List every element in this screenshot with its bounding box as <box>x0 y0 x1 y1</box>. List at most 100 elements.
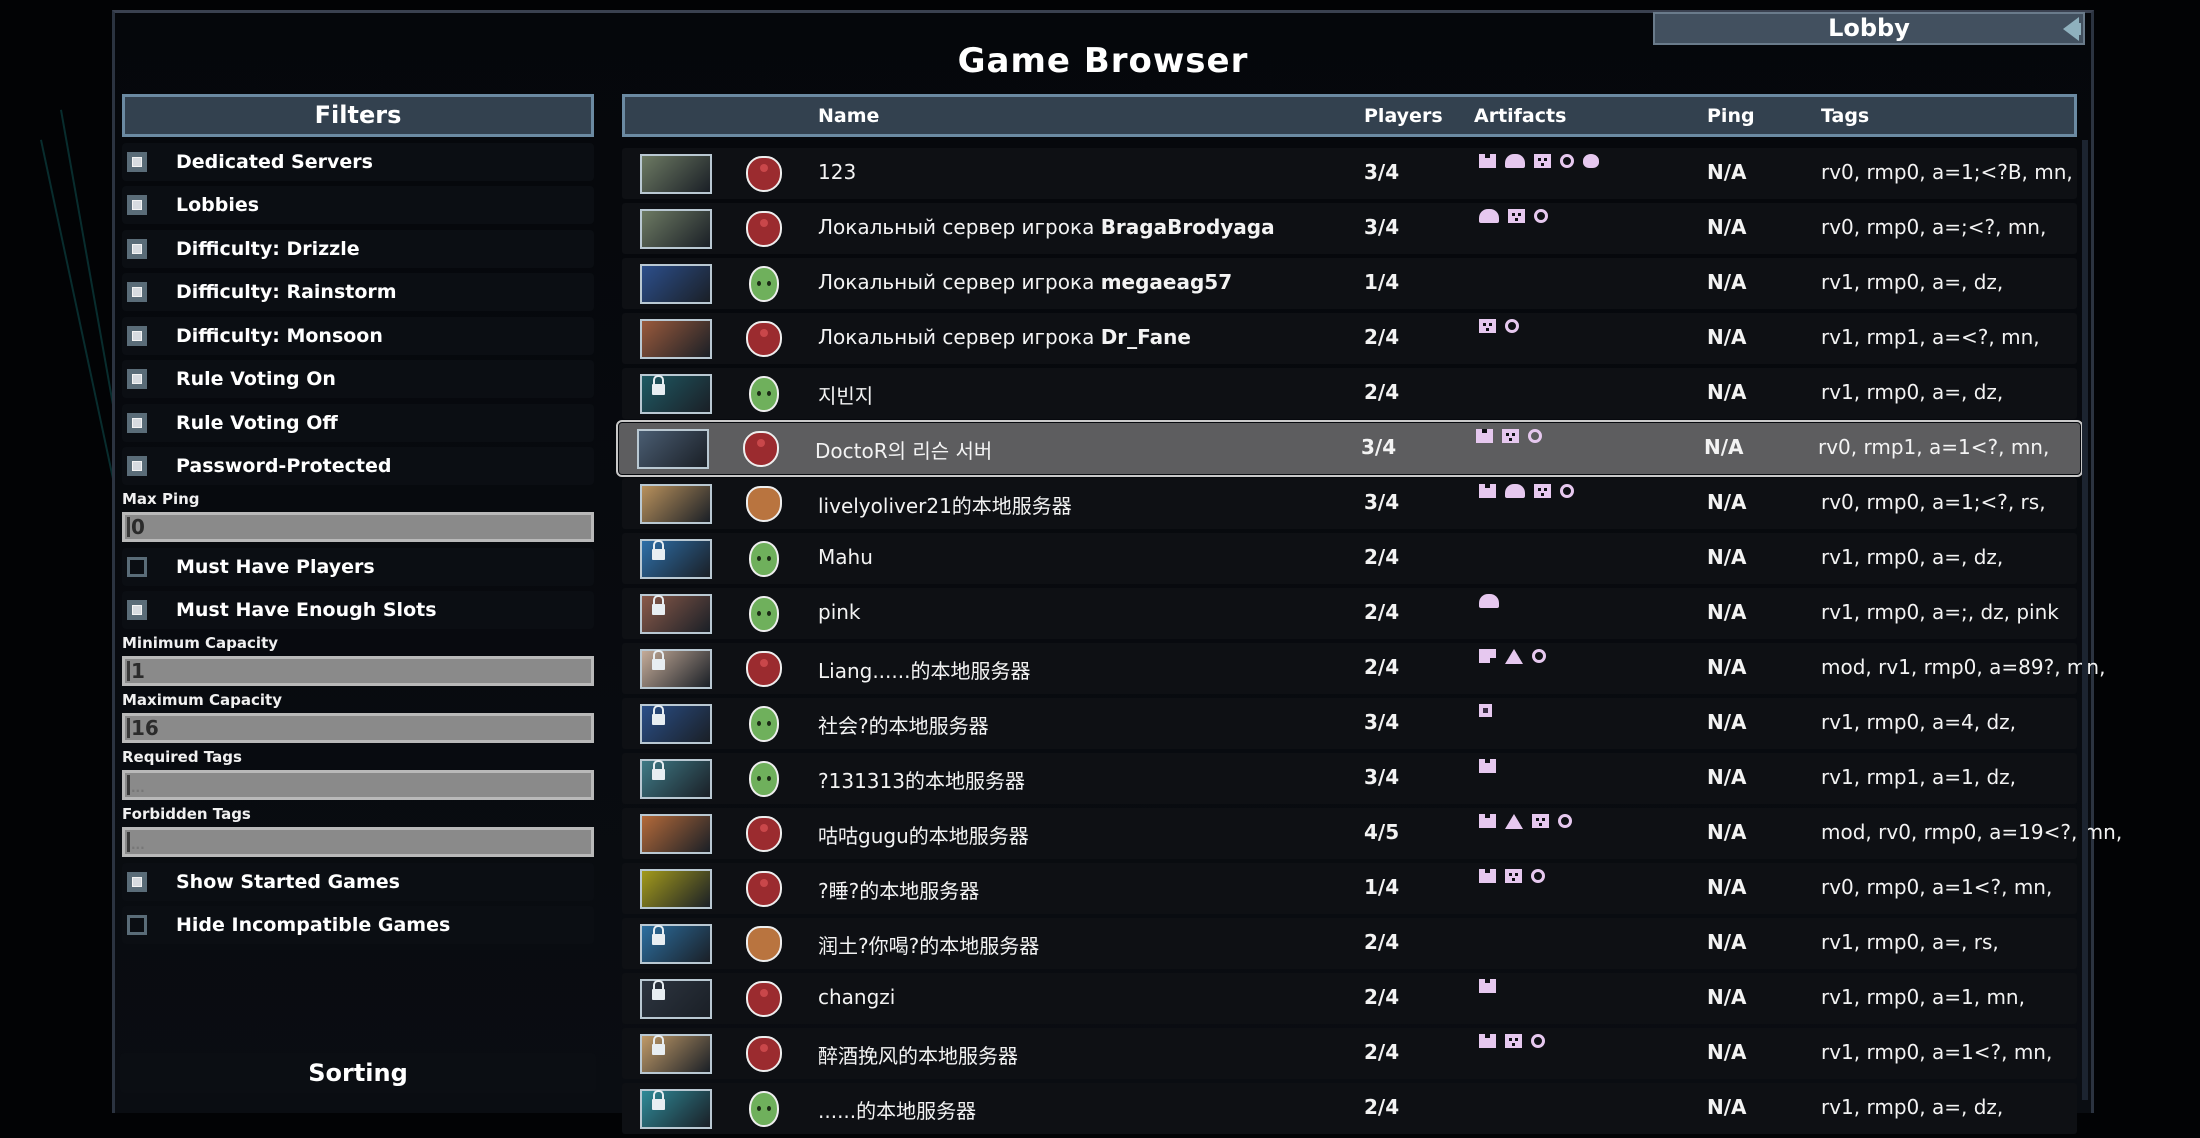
server-row[interactable]: Liang......的本地服务器 2/4 N/A mod, rv1, rmp0, a… <box>622 643 2105 694</box>
filter-checkbox-row[interactable]: Dedicated Servers <box>122 142 594 181</box>
checkbox[interactable] <box>127 238 147 259</box>
server-row[interactable]: Mahu 2/4 N/A rv1, rmp0, a=, dz, <box>622 533 2077 584</box>
server-name: Локальный сервер игрока megaeag57 <box>818 270 1232 294</box>
checkbox[interactable] <box>127 282 147 302</box>
server-row[interactable]: 润土?你喝?的本地服务器 2/4 N/A rv1, rmp0, a=, rs, <box>622 918 2077 969</box>
server-tags: rv0, rmp1, a=1<?, mn, <box>1818 435 2050 459</box>
checkbox[interactable] <box>127 195 147 215</box>
artifact-sq-icon <box>1479 704 1492 717</box>
filter-checkbox-row[interactable]: Difficulty: Drizzle <box>122 229 594 268</box>
checkbox[interactable] <box>127 151 147 172</box>
server-row[interactable]: ?131313的本地服务器 3/4 N/A rv1, rmp1, a=1, dz, <box>622 753 2077 804</box>
page-title: Game Browser <box>957 41 1249 81</box>
artifact-block-icon <box>1479 649 1496 663</box>
filter-checkbox-row[interactable]: Password-Protected <box>122 447 594 485</box>
filter-checkbox-row[interactable]: Difficulty: Rainstorm <box>122 273 594 311</box>
max-ping-input[interactable]: 0 <box>122 512 594 542</box>
unlock-icon <box>652 595 665 615</box>
filter-checkbox-row[interactable]: Lobbies <box>122 186 594 224</box>
max-capacity-input[interactable]: 16 <box>122 713 594 743</box>
server-name-text: Liang......的本地服务器 <box>818 659 1031 683</box>
server-host-name: BragaBrodyaga <box>1100 215 1275 239</box>
checkbox[interactable] <box>127 369 147 389</box>
server-row[interactable]: pink 2/4 N/A rv1, rmp0, a=;, dz, pink <box>622 588 2077 639</box>
checkbox[interactable] <box>127 412 147 433</box>
survivor-red-icon <box>743 431 779 467</box>
column-name[interactable]: Name <box>818 105 879 127</box>
lobby-button[interactable]: Lobby <box>1653 12 2085 45</box>
filter-label: Must Have Players <box>176 555 375 578</box>
survivor-red-icon <box>746 321 782 357</box>
player-count: 2/4 <box>1364 600 1400 624</box>
server-name: 社会?的本地服务器 <box>818 710 989 739</box>
server-row[interactable]: 社会?的本地服务器 3/4 N/A rv1, rmp0, a=4, dz, <box>622 698 2077 749</box>
column-ping[interactable]: Ping <box>1707 105 1755 127</box>
filter-checkbox-row[interactable]: Difficulty: Monsoon <box>122 316 594 355</box>
server-name-text: ......的本地服务器 <box>818 1099 977 1123</box>
column-artifacts[interactable]: Artifacts <box>1474 105 1566 127</box>
server-tags: rv1, rmp0, a=, dz, <box>1821 380 2004 404</box>
ping-value: N/A <box>1707 545 1747 569</box>
filter-checkbox-row[interactable]: Must Have Players <box>122 547 594 586</box>
server-row[interactable]: livelyoliver21的本地服务器 3/4 N/A rv0, rmp0, a=1… <box>622 478 2077 529</box>
checkbox[interactable] <box>127 456 147 476</box>
server-name: ......的本地服务器 <box>818 1095 976 1124</box>
filter-checkbox-row[interactable]: Show Started Games <box>122 862 594 901</box>
server-row[interactable]: 지빈지 2/4 N/A rv1, rmp0, a=, dz, <box>622 368 2077 419</box>
server-row[interactable]: Локальный сервер игрока BragaBrodyaga 3/4… <box>622 203 2077 254</box>
artifact-cap-icon <box>1583 154 1599 168</box>
checkbox[interactable] <box>127 871 147 892</box>
server-name-text: 润土?你喝?的本地服务器 <box>818 934 1040 958</box>
required-tags-input[interactable]: ... <box>122 770 594 800</box>
ping-value: N/A <box>1707 710 1747 734</box>
server-tags: rv1, rmp1, a=<?, mn, <box>1821 325 2040 349</box>
checkbox[interactable] <box>127 556 147 577</box>
artifact-box-icon <box>1534 484 1551 498</box>
checkbox[interactable] <box>127 325 147 346</box>
server-name: 醉酒挽风的本地服务器 <box>818 1040 1018 1069</box>
server-tags: rv0, rmp0, a=;<?, mn, <box>1821 215 2047 239</box>
server-row[interactable]: ......的本地服务器 2/4 N/A rv1, rmp0, a=, dz, <box>622 1083 2077 1134</box>
player-count: 2/4 <box>1364 380 1400 404</box>
table-header: Name Players Artifacts Ping Tags <box>622 94 2077 137</box>
server-name: 지빈지 <box>818 380 873 409</box>
filter-checkbox-row[interactable]: Rule Voting Off <box>122 403 594 442</box>
artifact-dome-icon <box>1505 154 1525 168</box>
column-tags[interactable]: Tags <box>1821 105 1869 127</box>
server-row[interactable]: 咕咕gugu的本地服务器 4/5 N/A mod, rv0, rmp0, a=19<?… <box>622 808 2122 859</box>
artifact-list <box>1479 649 1546 664</box>
column-players[interactable]: Players <box>1364 105 1443 127</box>
min-capacity-input[interactable]: 1 <box>122 656 594 686</box>
ping-value: N/A <box>1707 875 1747 899</box>
server-row[interactable]: Локальный сервер игрока Dr_Fane 2/4 N/A rv1… <box>622 313 2077 364</box>
survivor-green-icon <box>749 596 779 632</box>
server-tags: rv1, rmp0, a=1, mn, <box>1821 985 2025 1009</box>
unlock-icon <box>652 1035 665 1055</box>
server-name-text: ?睡?的本地服务器 <box>818 879 980 903</box>
artifact-ring-icon <box>1560 154 1574 168</box>
artifact-box-icon <box>1534 154 1551 168</box>
filter-checkbox-row[interactable]: Must Have Enough Slots <box>122 591 594 629</box>
filter-label: Show Started Games <box>176 870 400 893</box>
server-row[interactable]: 123 3/4 N/A rv0, rmp0, a=1;<?B, mn, <box>622 148 2077 199</box>
server-tags: rv1, rmp0, a=4, dz, <box>1821 710 2016 734</box>
server-list: 123 3/4 N/A rv0, rmp0, a=1;<?B, mn, Локальны… <box>616 148 2122 1138</box>
forbidden-tags-input[interactable]: ... <box>122 827 594 857</box>
server-name: ?131313的本地服务器 <box>818 765 1025 794</box>
stage-thumbnail <box>640 374 712 414</box>
server-row[interactable]: changzi 2/4 N/A rv1, rmp0, a=1, mn, <box>622 973 2077 1024</box>
server-row[interactable]: DoctoR의 리슨 서버 3/4 N/A rv0, rmp1, a=1<?, mn, <box>616 420 2083 477</box>
server-name-text: Локальный сервер игрока <box>818 325 1101 349</box>
server-row[interactable]: Локальный сервер игрока megaeag57 1/4 N/A r… <box>622 258 2077 309</box>
filter-checkbox-row[interactable]: Hide Incompatible Games <box>122 906 594 944</box>
player-count: 3/4 <box>1364 490 1400 514</box>
checkbox[interactable] <box>127 915 147 935</box>
checkbox[interactable] <box>127 600 147 620</box>
sorting-header[interactable]: Sorting <box>120 1053 596 1093</box>
filter-checkbox-row[interactable]: Rule Voting On <box>122 360 594 398</box>
server-row[interactable]: ?睡?的本地服务器 1/4 N/A rv0, rmp0, a=1<?, mn, <box>622 863 2077 914</box>
server-row[interactable]: 醉酒挽风的本地服务器 2/4 N/A rv1, rmp0, a=1<?, mn, <box>622 1028 2077 1079</box>
artifact-tower-icon <box>1479 1034 1496 1048</box>
server-name-text: Локальный сервер игрока <box>818 270 1101 294</box>
scrollbar[interactable] <box>2082 140 2088 1100</box>
